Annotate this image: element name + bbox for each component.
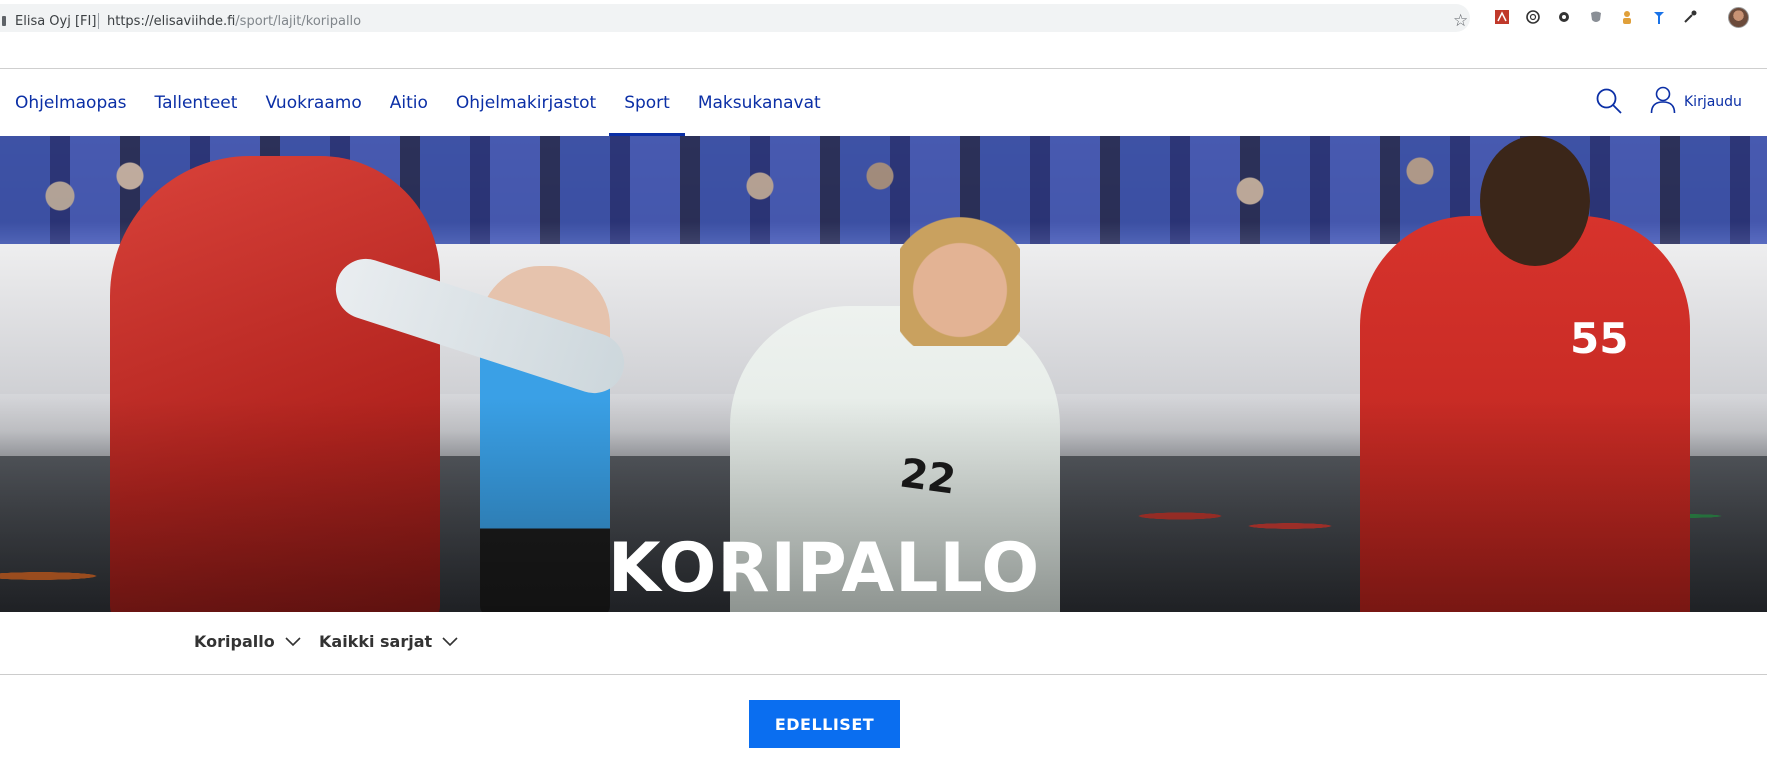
eyedropper-extension-icon[interactable] [1681,8,1699,26]
lock-icon[interactable] [2,16,6,26]
sport-dropdown[interactable]: Koripallo [194,632,301,651]
openai-extension-icon[interactable] [1524,8,1542,26]
user-icon [1650,86,1676,119]
person-extension-icon[interactable] [1618,8,1636,26]
hero-banner: 55 22 KORIPALLO [0,136,1767,612]
pdf-extension-icon[interactable] [1493,8,1511,26]
series-dropdown[interactable]: Kaikki sarjat [319,632,458,651]
site-header: Ohjelmaopas Tallenteet Vuokraamo Aitio O… [0,68,1767,137]
chevron-down-icon [442,636,458,646]
series-dropdown-label: Kaikki sarjat [319,632,433,651]
profile-avatar[interactable] [1728,7,1749,28]
nav-item-maksukanavat[interactable]: Maksukanavat [698,69,821,137]
main-nav: Ohjelmaopas Tallenteet Vuokraamo Aitio O… [0,69,821,137]
nav-item-sport[interactable]: Sport [609,69,685,137]
previous-button[interactable]: EDELLISET [749,700,900,748]
url-domain: https://elisaviihde.fi [107,14,236,29]
shield-extension-icon[interactable] [1587,8,1605,26]
page-title: KORIPALLO [607,529,1041,608]
sport-dropdown-label: Koripallo [194,632,275,651]
site-identity[interactable]: Elisa Oyj [FI] [15,14,96,29]
nav-item-vuokraamo[interactable]: Vuokraamo [265,69,361,137]
divider [98,13,99,29]
search-icon[interactable] [1595,87,1623,115]
filter-bar: Koripallo Kaikki sarjat [0,612,1767,675]
nav-item-tallenteet[interactable]: Tallenteet [155,69,238,137]
url-path: /sport/lajit/koripallo [235,14,362,29]
nav-item-ohjelmakirjastot[interactable]: Ohjelmakirjastot [456,69,596,137]
chevron-down-icon [285,636,301,646]
url-text[interactable]: https://elisaviihde.fi/sport/lajit/korip… [107,14,361,29]
login-label: Kirjaudu [1684,94,1742,110]
nav-item-ohjelmaopas[interactable]: Ohjelmaopas [15,69,127,137]
login-button[interactable]: Kirjaudu [1650,85,1742,119]
bookmark-star-icon[interactable]: ☆ [1453,12,1468,30]
cycle-extension-icon[interactable] [1555,8,1573,26]
browser-toolbar: Elisa Oyj [FI] https://elisaviihde.fi/sp… [0,0,1767,35]
address-bar[interactable]: Elisa Oyj [FI] https://elisaviihde.fi/sp… [0,4,1470,32]
pick-extension-icon[interactable] [1650,8,1668,26]
nav-item-aitio[interactable]: Aitio [390,69,428,137]
